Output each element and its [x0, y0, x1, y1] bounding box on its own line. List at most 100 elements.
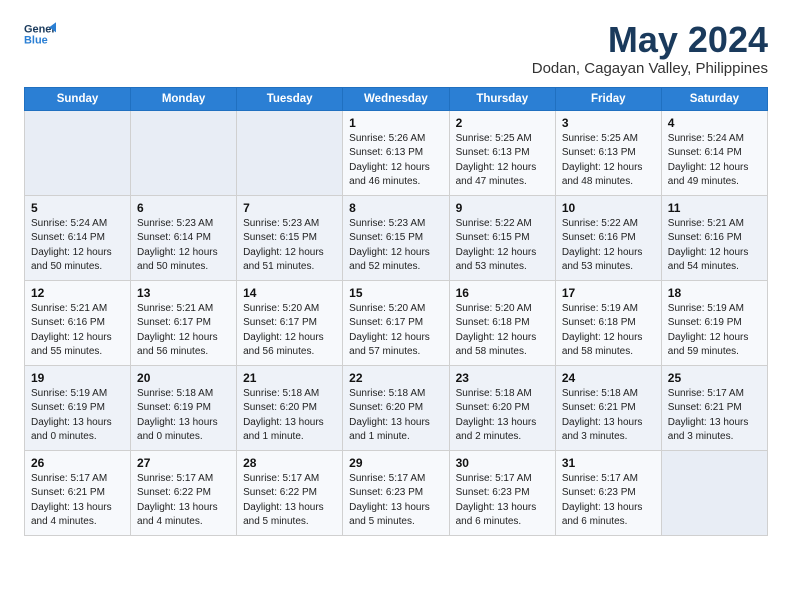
day-number: 27	[137, 456, 230, 470]
day-number: 8	[349, 201, 442, 215]
day-number: 29	[349, 456, 442, 470]
day-number: 26	[31, 456, 124, 470]
calendar-cell: 10 Sunrise: 5:22 AMSunset: 6:16 PMDayligh…	[555, 195, 661, 280]
day-number: 10	[562, 201, 655, 215]
calendar-cell: 27Sunrise: 5:17 AMSunset: 6:22 PMDayligh…	[131, 450, 237, 535]
calendar-cell: 4 Sunrise: 5:24 AMSunset: 6:14 PMDaylight…	[661, 110, 767, 195]
calendar-cell	[661, 450, 767, 535]
day-info: Sunrise: 5:18 AMSunset: 6:20 PMDaylight:…	[243, 387, 336, 445]
day-info: Sunrise: 5:20 AMSunset: 6:18 PMDaylight:…	[456, 302, 549, 360]
day-info: Sunrise: 5:25 AMSunset: 6:13 PMDaylight:…	[562, 132, 655, 190]
day-number: 22	[349, 371, 442, 385]
calendar-cell: 13 Sunrise: 5:21 AMSunset: 6:17 PMDayligh…	[131, 280, 237, 365]
week-row-1: 1 Sunrise: 5:26 AMSunset: 6:13 PMDaylight…	[25, 110, 768, 195]
calendar-cell: 14 Sunrise: 5:20 AMSunset: 6:17 PMDayligh…	[237, 280, 343, 365]
calendar-cell: 1 Sunrise: 5:26 AMSunset: 6:13 PMDaylight…	[343, 110, 449, 195]
svg-text:Blue: Blue	[24, 34, 48, 46]
day-number: 4	[668, 116, 761, 130]
week-row-3: 12Sunrise: 5:21 AMSunset: 6:16 PMDayligh…	[25, 280, 768, 365]
day-number: 2	[456, 116, 549, 130]
weekday-header-sunday: Sunday	[25, 87, 131, 110]
day-number: 14	[243, 286, 336, 300]
calendar-table: SundayMondayTuesdayWednesdayThursdayFrid…	[24, 87, 768, 536]
calendar-cell	[131, 110, 237, 195]
day-info: Sunrise: 5:17 AMSunset: 6:23 PMDaylight:…	[562, 472, 655, 530]
calendar-cell: 26 Sunrise: 5:17 AMSunset: 6:21 PMDayligh…	[25, 450, 131, 535]
calendar-cell: 25 Sunrise: 5:17 AMSunset: 6:21 PMDayligh…	[661, 365, 767, 450]
calendar-cell: 23 Sunrise: 5:18 AMSunset: 6:20 PMDayligh…	[449, 365, 555, 450]
weekday-header-row: SundayMondayTuesdayWednesdayThursdayFrid…	[25, 87, 768, 110]
week-row-4: 19 Sunrise: 5:19 AMSunset: 6:19 PMDayligh…	[25, 365, 768, 450]
day-info: Sunrise: 5:17 AMSunset: 6:23 PMDaylight:…	[349, 472, 442, 530]
day-number: 24	[562, 371, 655, 385]
day-number: 30	[456, 456, 549, 470]
calendar-cell: 15 Sunrise: 5:20 AMSunset: 6:17 PMDayligh…	[343, 280, 449, 365]
day-info: Sunrise: 5:19 AMSunset: 6:19 PMDaylight:…	[31, 387, 124, 445]
day-info: Sunrise: 5:24 AMSunset: 6:14 PMDaylight:…	[31, 217, 124, 275]
calendar-cell: 21 Sunrise: 5:18 AMSunset: 6:20 PMDayligh…	[237, 365, 343, 450]
day-info: Sunrise: 5:22 AMSunset: 6:16 PMDaylight:…	[562, 217, 655, 275]
calendar-cell: 5 Sunrise: 5:24 AMSunset: 6:14 PMDaylight…	[25, 195, 131, 280]
weekday-header-friday: Friday	[555, 87, 661, 110]
calendar-cell: 30 Sunrise: 5:17 AMSunset: 6:23 PMDayligh…	[449, 450, 555, 535]
day-number: 13	[137, 286, 230, 300]
day-number: 3	[562, 116, 655, 130]
day-info: Sunrise: 5:19 AMSunset: 6:19 PMDaylight:…	[668, 302, 761, 360]
day-info: Sunrise: 5:17 AMSunset: 6:22 PMDaylight:…	[243, 472, 336, 530]
calendar-cell: 31Sunrise: 5:17 AMSunset: 6:23 PMDayligh…	[555, 450, 661, 535]
day-info: Sunrise: 5:17 AMSunset: 6:21 PMDaylight:…	[668, 387, 761, 445]
weekday-header-wednesday: Wednesday	[343, 87, 449, 110]
day-number: 15	[349, 286, 442, 300]
header: General Blue May 2024 Dodan, Cagayan Val…	[24, 20, 768, 77]
day-info: Sunrise: 5:21 AMSunset: 6:17 PMDaylight:…	[137, 302, 230, 360]
day-info: Sunrise: 5:17 AMSunset: 6:23 PMDaylight:…	[456, 472, 549, 530]
calendar-title: May 2024	[532, 20, 768, 60]
calendar-cell: 11Sunrise: 5:21 AMSunset: 6:16 PMDayligh…	[661, 195, 767, 280]
day-number: 9	[456, 201, 549, 215]
day-info: Sunrise: 5:18 AMSunset: 6:20 PMDaylight:…	[456, 387, 549, 445]
day-number: 16	[456, 286, 549, 300]
calendar-cell: 6Sunrise: 5:23 AMSunset: 6:14 PMDaylight…	[131, 195, 237, 280]
day-number: 17	[562, 286, 655, 300]
calendar-cell	[25, 110, 131, 195]
day-info: Sunrise: 5:18 AMSunset: 6:21 PMDaylight:…	[562, 387, 655, 445]
day-info: Sunrise: 5:23 AMSunset: 6:15 PMDaylight:…	[349, 217, 442, 275]
day-info: Sunrise: 5:17 AMSunset: 6:21 PMDaylight:…	[31, 472, 124, 530]
week-row-2: 5 Sunrise: 5:24 AMSunset: 6:14 PMDaylight…	[25, 195, 768, 280]
day-info: Sunrise: 5:20 AMSunset: 6:17 PMDaylight:…	[243, 302, 336, 360]
calendar-cell: 16 Sunrise: 5:20 AMSunset: 6:18 PMDayligh…	[449, 280, 555, 365]
day-number: 21	[243, 371, 336, 385]
day-number: 12	[31, 286, 124, 300]
calendar-cell: 9Sunrise: 5:22 AMSunset: 6:15 PMDaylight…	[449, 195, 555, 280]
calendar-cell: 2Sunrise: 5:25 AMSunset: 6:13 PMDaylight…	[449, 110, 555, 195]
calendar-cell: 18 Sunrise: 5:19 AMSunset: 6:19 PMDayligh…	[661, 280, 767, 365]
day-number: 25	[668, 371, 761, 385]
calendar-cell: 29 Sunrise: 5:17 AMSunset: 6:23 PMDayligh…	[343, 450, 449, 535]
day-info: Sunrise: 5:26 AMSunset: 6:13 PMDaylight:…	[349, 132, 442, 190]
calendar-cell: 3 Sunrise: 5:25 AMSunset: 6:13 PMDaylight…	[555, 110, 661, 195]
day-number: 28	[243, 456, 336, 470]
day-info: Sunrise: 5:23 AMSunset: 6:14 PMDaylight:…	[137, 217, 230, 275]
day-number: 1	[349, 116, 442, 130]
day-number: 20	[137, 371, 230, 385]
day-number: 19	[31, 371, 124, 385]
day-number: 11	[668, 201, 761, 215]
day-info: Sunrise: 5:20 AMSunset: 6:17 PMDaylight:…	[349, 302, 442, 360]
day-info: Sunrise: 5:19 AMSunset: 6:18 PMDaylight:…	[562, 302, 655, 360]
calendar-cell: 22 Sunrise: 5:18 AMSunset: 6:20 PMDayligh…	[343, 365, 449, 450]
day-number: 23	[456, 371, 549, 385]
calendar-cell: 7Sunrise: 5:23 AMSunset: 6:15 PMDaylight…	[237, 195, 343, 280]
calendar-cell: 8 Sunrise: 5:23 AMSunset: 6:15 PMDaylight…	[343, 195, 449, 280]
calendar-subtitle: Dodan, Cagayan Valley, Philippines	[532, 60, 768, 77]
logo: General Blue	[24, 20, 56, 48]
title-area: May 2024 Dodan, Cagayan Valley, Philippi…	[532, 20, 768, 77]
calendar-cell: 24 Sunrise: 5:18 AMSunset: 6:21 PMDayligh…	[555, 365, 661, 450]
day-info: Sunrise: 5:24 AMSunset: 6:14 PMDaylight:…	[668, 132, 761, 190]
week-row-5: 26 Sunrise: 5:17 AMSunset: 6:21 PMDayligh…	[25, 450, 768, 535]
logo-icon: General Blue	[24, 20, 56, 48]
day-number: 18	[668, 286, 761, 300]
day-info: Sunrise: 5:18 AMSunset: 6:19 PMDaylight:…	[137, 387, 230, 445]
weekday-header-thursday: Thursday	[449, 87, 555, 110]
day-info: Sunrise: 5:18 AMSunset: 6:20 PMDaylight:…	[349, 387, 442, 445]
day-number: 5	[31, 201, 124, 215]
